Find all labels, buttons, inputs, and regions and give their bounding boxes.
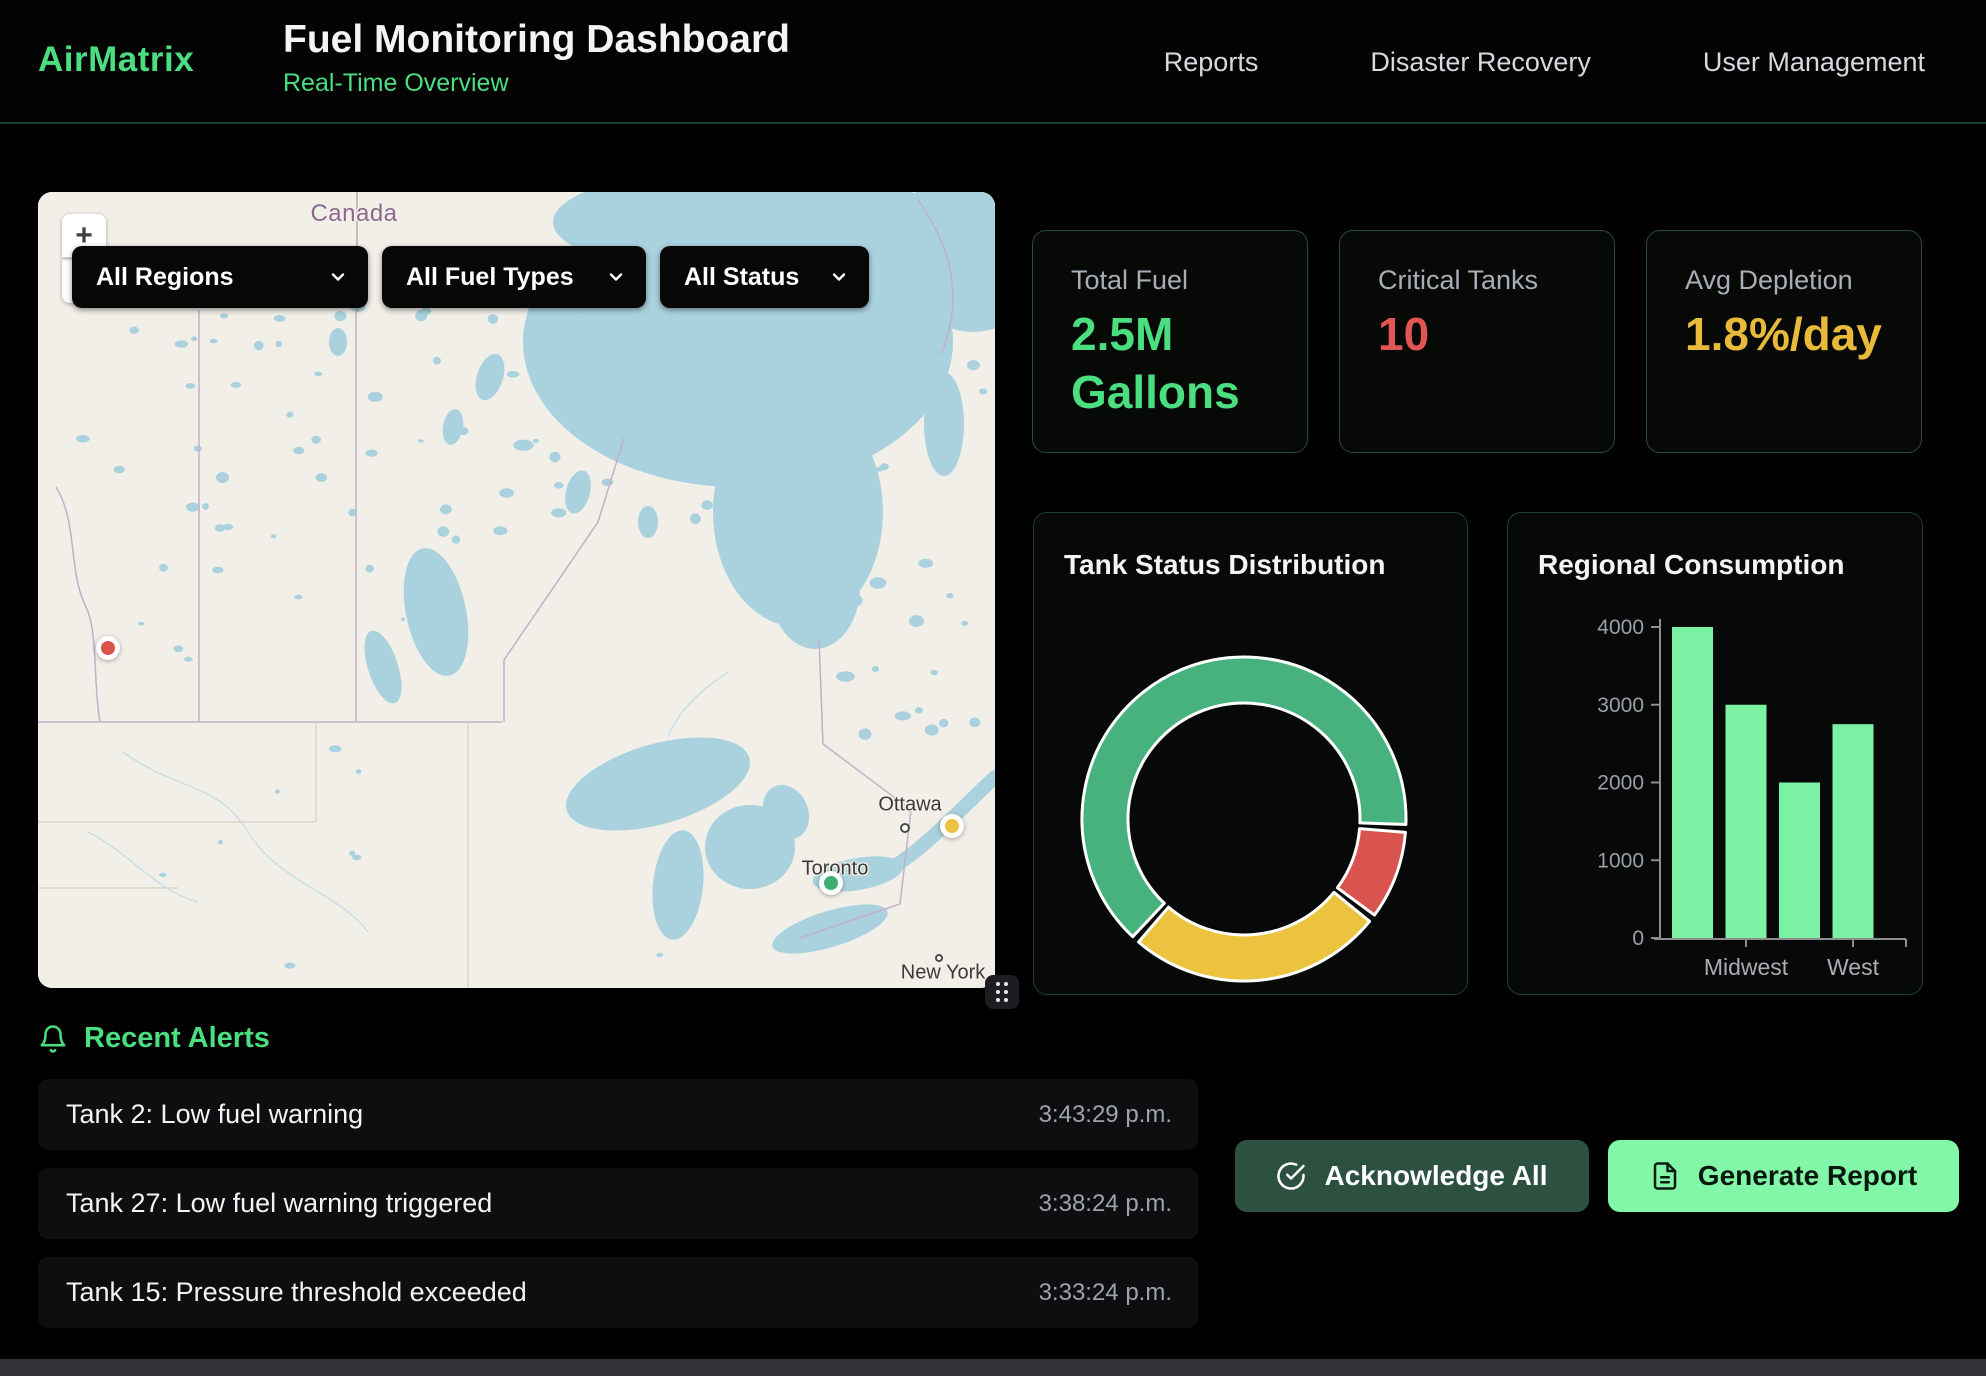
nav-disaster-recovery[interactable]: Disaster Recovery <box>1370 47 1591 78</box>
svg-text:West: West <box>1827 954 1880 980</box>
alert-time: 3:33:24 p.m. <box>1039 1279 1172 1307</box>
map-filter-bar: All Regions All Fuel Types All Status <box>72 246 869 308</box>
map-resize-handle[interactable] <box>985 975 1019 1009</box>
fuel-type-filter-value: All Fuel Types <box>406 263 574 292</box>
generate-report-label: Generate Report <box>1698 1160 1917 1192</box>
tank-marker-normal[interactable] <box>819 871 843 895</box>
svg-text:0: 0 <box>1632 927 1644 950</box>
donut-segment-warning <box>1139 892 1370 981</box>
avg-depletion-label: Avg Depletion <box>1685 265 1883 296</box>
critical-tanks-card: Critical Tanks 10 <box>1339 230 1615 453</box>
check-circle-icon <box>1276 1161 1306 1191</box>
avg-depletion-value: 1.8%/day <box>1685 306 1883 364</box>
recent-alerts-heading: Recent Alerts <box>38 1022 270 1055</box>
generate-report-button[interactable]: Generate Report <box>1608 1140 1959 1212</box>
avg-depletion-card: Avg Depletion 1.8%/day <box>1646 230 1922 453</box>
recent-alerts-title: Recent Alerts <box>84 1022 270 1055</box>
svg-text:4000: 4000 <box>1597 616 1644 639</box>
window-edge-strip <box>0 1359 1986 1376</box>
main-nav: Reports Disaster Recovery User Managemen… <box>1164 0 1925 124</box>
tank-status-distribution-card: Tank Status Distribution <box>1033 512 1468 995</box>
svg-text:1000: 1000 <box>1597 849 1644 872</box>
alert-row: Tank 27: Low fuel warning triggered 3:38… <box>38 1168 1198 1239</box>
total-fuel-label: Total Fuel <box>1071 265 1269 296</box>
chevron-down-icon <box>328 267 348 287</box>
alert-time: 3:38:24 p.m. <box>1039 1190 1172 1218</box>
fuel-monitoring-dashboard: AirMatrix Fuel Monitoring Dashboard Real… <box>0 0 1986 1376</box>
tank-marker-critical[interactable] <box>96 636 120 660</box>
region-filter-value: All Regions <box>96 263 234 292</box>
brand-logo: AirMatrix <box>38 40 194 80</box>
total-fuel-card: Total Fuel 2.5M Gallons <box>1032 230 1308 453</box>
report-document-icon <box>1650 1161 1680 1191</box>
status-filter-dropdown[interactable]: All Status <box>660 246 869 308</box>
nav-reports[interactable]: Reports <box>1164 47 1259 78</box>
fuel-type-filter-dropdown[interactable]: All Fuel Types <box>382 246 646 308</box>
acknowledge-all-button[interactable]: Acknowledge All <box>1235 1140 1589 1212</box>
chevron-down-icon <box>829 267 849 287</box>
total-fuel-value: 2.5M Gallons <box>1071 306 1269 422</box>
svg-text:Midwest: Midwest <box>1704 954 1789 980</box>
alert-text: Tank 15: Pressure threshold exceeded <box>66 1277 527 1308</box>
tank-markers-layer <box>38 192 995 988</box>
bar-chart-title: Regional Consumption <box>1538 549 1844 581</box>
tank-map[interactable]: Canada Ottawa Toronto New York − + All R… <box>38 192 995 988</box>
critical-tanks-label: Critical Tanks <box>1378 265 1576 296</box>
chevron-down-icon <box>606 267 626 287</box>
header: AirMatrix Fuel Monitoring Dashboard Real… <box>0 0 1986 124</box>
region-filter-dropdown[interactable]: All Regions <box>72 246 368 308</box>
alert-time: 3:43:29 p.m. <box>1039 1101 1172 1129</box>
alert-text: Tank 2: Low fuel warning <box>66 1099 363 1130</box>
acknowledge-all-label: Acknowledge All <box>1324 1160 1547 1192</box>
page-title: Fuel Monitoring Dashboard <box>283 18 790 63</box>
donut-chart-title: Tank Status Distribution <box>1064 549 1386 581</box>
nav-user-management[interactable]: User Management <box>1703 47 1925 78</box>
tank-status-donut-chart <box>1034 513 1468 995</box>
svg-text:3000: 3000 <box>1597 694 1644 717</box>
title-block: Fuel Monitoring Dashboard Real-Time Over… <box>283 18 790 98</box>
tank-marker-warning[interactable] <box>940 814 964 838</box>
critical-tanks-value: 10 <box>1378 306 1576 364</box>
page-subtitle: Real-Time Overview <box>283 69 790 98</box>
regional-consumption-card: Regional Consumption 0 1000 2000 3000 4000 Mi… <box>1507 512 1923 995</box>
alert-row: Tank 2: Low fuel warning 3:43:29 p.m. <box>38 1079 1198 1150</box>
svg-text:2000: 2000 <box>1597 772 1644 795</box>
alert-row: Tank 15: Pressure threshold exceeded 3:3… <box>38 1257 1198 1328</box>
status-filter-value: All Status <box>684 263 799 292</box>
bell-icon <box>38 1024 68 1054</box>
alert-text: Tank 27: Low fuel warning triggered <box>66 1188 492 1219</box>
regional-consumption-bar-chart: 0 1000 2000 3000 4000 Midwest West <box>1508 513 1923 995</box>
